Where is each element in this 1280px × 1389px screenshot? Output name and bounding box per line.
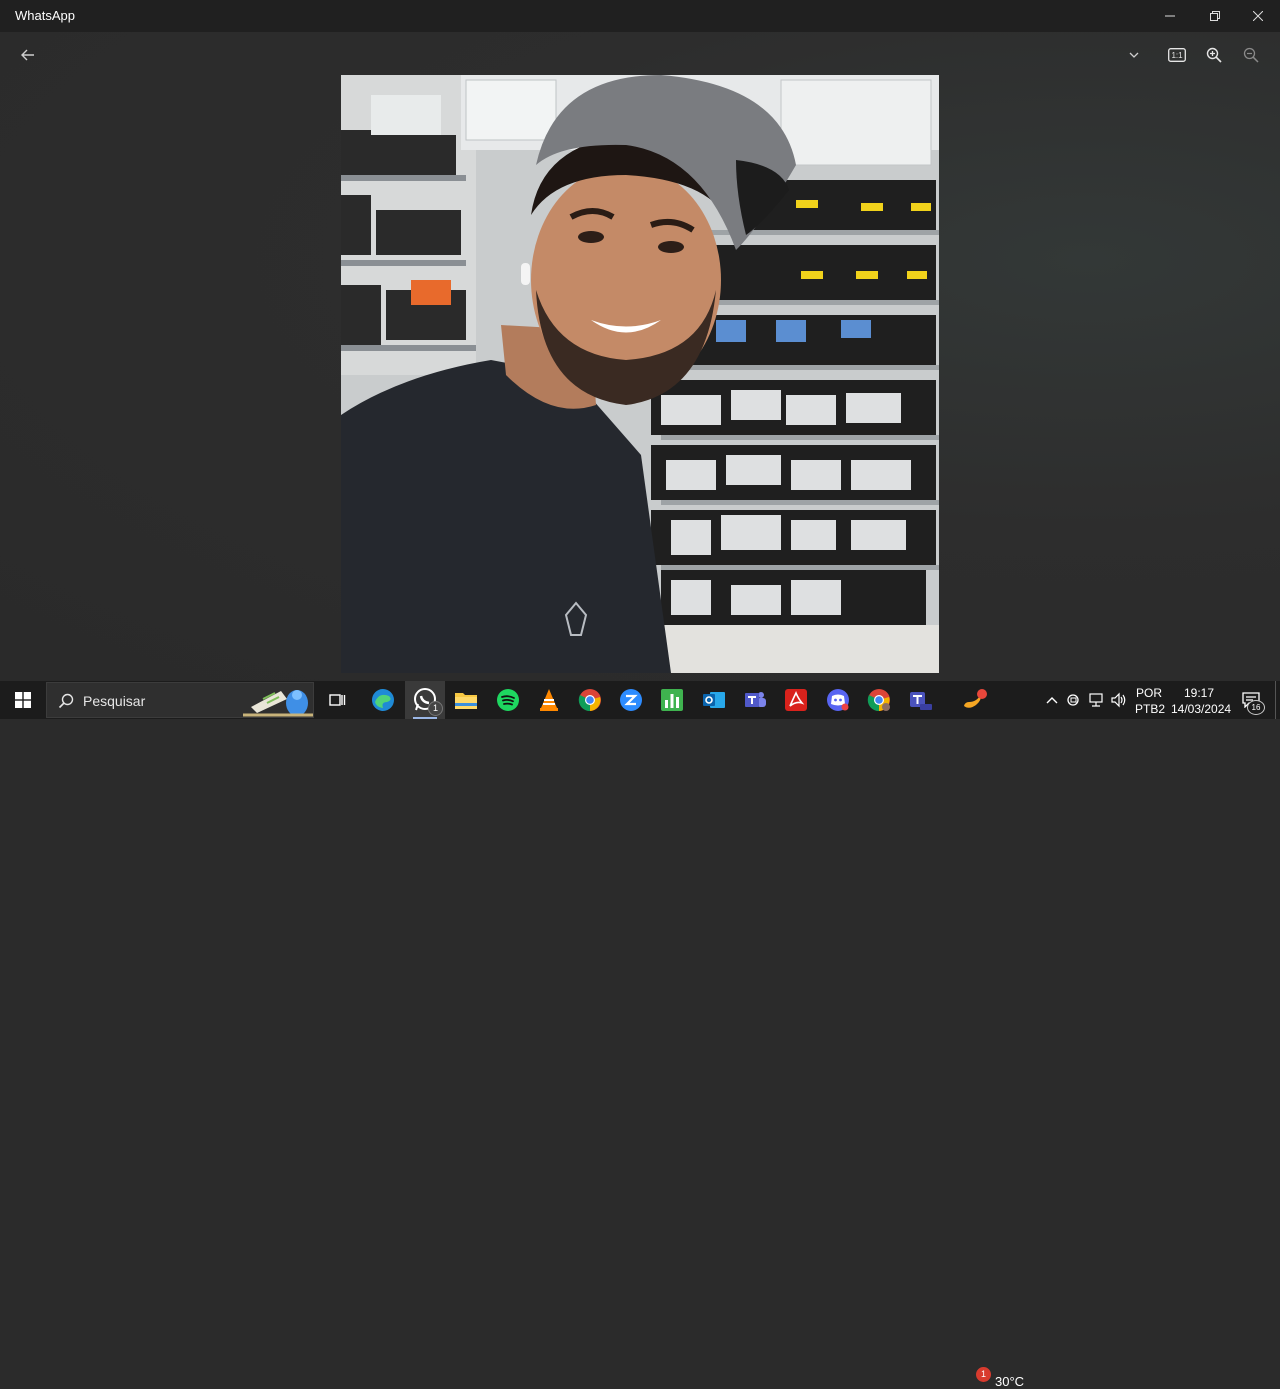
bar-chart-app-icon <box>661 689 683 711</box>
task-view-button[interactable] <box>317 681 357 719</box>
close-icon <box>1253 11 1263 21</box>
meet-now-button[interactable] <box>1064 681 1084 719</box>
clock-date: 14/03/2024 <box>1171 702 1232 716</box>
windows-logo-icon <box>14 692 31 708</box>
zoom-out-button[interactable] <box>1238 42 1264 68</box>
taskbar-file-explorer[interactable] <box>446 681 486 719</box>
title-bar: WhatsApp <box>0 0 1280 32</box>
clock-time: 19:17 <box>1184 686 1215 700</box>
folder-icon <box>455 693 477 709</box>
speaker-icon <box>1111 692 1126 708</box>
close-button[interactable] <box>1236 0 1280 32</box>
photo <box>341 75 939 673</box>
svg-text:1:1: 1:1 <box>1171 51 1183 60</box>
expand-dropdown-button[interactable] <box>1121 42 1147 68</box>
back-arrow-icon <box>21 49 34 61</box>
start-button[interactable] <box>0 681 45 719</box>
image-viewer: 1:1 <box>0 32 1280 681</box>
vlc-icon <box>540 689 558 711</box>
language-code: POR <box>1136 686 1163 700</box>
weather-alert-badge: 1 <box>976 1367 991 1382</box>
photo-illustration <box>341 75 939 673</box>
zoom-in-icon <box>1206 47 1222 63</box>
search-placeholder: Pesquisar <box>83 693 146 709</box>
edge-icon <box>372 689 394 711</box>
taskbar-vlc[interactable] <box>529 681 569 719</box>
search-highlight-illustration-icon <box>243 690 313 717</box>
taskbar-charts-app[interactable] <box>652 681 692 719</box>
task-view-icon <box>329 694 346 706</box>
taskbar-chrome-profile[interactable] <box>859 681 899 719</box>
taskbar-teams[interactable] <box>735 681 775 719</box>
taskbar-discord[interactable] <box>818 681 858 719</box>
pdf-reader-icon <box>785 689 807 711</box>
weather-icon <box>964 689 987 708</box>
network-icon <box>1089 693 1103 707</box>
taskbar: Pesquisar 1 1 30°C POR PTB2 19:17 14/03/… <box>0 681 1280 1389</box>
zoom-out-icon <box>1243 47 1259 63</box>
taskbar-search-box[interactable]: Pesquisar <box>46 682 314 718</box>
chevron-up-icon <box>1046 697 1058 704</box>
taskbar-teams-new[interactable] <box>900 681 940 719</box>
taskbar-chrome[interactable] <box>570 681 610 719</box>
discord-icon <box>827 689 849 711</box>
restore-button[interactable] <box>1193 0 1237 32</box>
language-indicator[interactable]: POR PTB2 <box>1133 685 1166 717</box>
taskbar-zoom[interactable] <box>611 681 651 719</box>
taskbar-spotify[interactable] <box>488 681 528 719</box>
chrome-icon <box>578 689 601 712</box>
taskbar-whatsapp[interactable]: 1 <box>405 681 445 719</box>
weather-temperature[interactable]: 30°C <box>995 1374 1024 1389</box>
actual-size-button[interactable]: 1:1 <box>1164 42 1190 68</box>
whatsapp-unread-badge: 1 <box>428 701 443 716</box>
spotify-icon <box>497 689 519 711</box>
camera-icon <box>1067 694 1079 706</box>
window-title: WhatsApp <box>15 8 75 23</box>
notification-count-badge: 16 <box>1247 700 1265 715</box>
actual-size-icon: 1:1 <box>1168 48 1186 62</box>
keyboard-layout: PTB2 <box>1135 702 1166 716</box>
search-icon <box>58 693 74 709</box>
restore-icon <box>1210 11 1220 21</box>
minimize-button[interactable] <box>1148 0 1192 32</box>
taskbar-acrobat[interactable] <box>776 681 816 719</box>
chrome-profile-icon <box>867 689 890 712</box>
show-desktop-button[interactable] <box>1275 681 1280 719</box>
clock[interactable]: 19:17 14/03/2024 <box>1167 685 1232 717</box>
notification-center-button[interactable]: 16 <box>1234 681 1268 719</box>
outlook-icon <box>703 692 725 708</box>
taskbar-outlook[interactable] <box>694 681 734 719</box>
weather-widget[interactable] <box>955 681 993 719</box>
teams-new-icon <box>910 692 932 710</box>
back-button[interactable] <box>15 42 41 68</box>
zoom-in-button[interactable] <box>1201 42 1227 68</box>
show-hidden-icons-button[interactable] <box>1042 681 1062 719</box>
zoom-app-icon <box>620 689 642 711</box>
minimize-icon <box>1165 15 1175 17</box>
volume-button[interactable] <box>1108 681 1130 719</box>
chevron-down-icon <box>1129 52 1139 58</box>
taskbar-edge[interactable] <box>363 681 403 719</box>
teams-icon <box>745 692 766 707</box>
network-button[interactable] <box>1086 681 1106 719</box>
